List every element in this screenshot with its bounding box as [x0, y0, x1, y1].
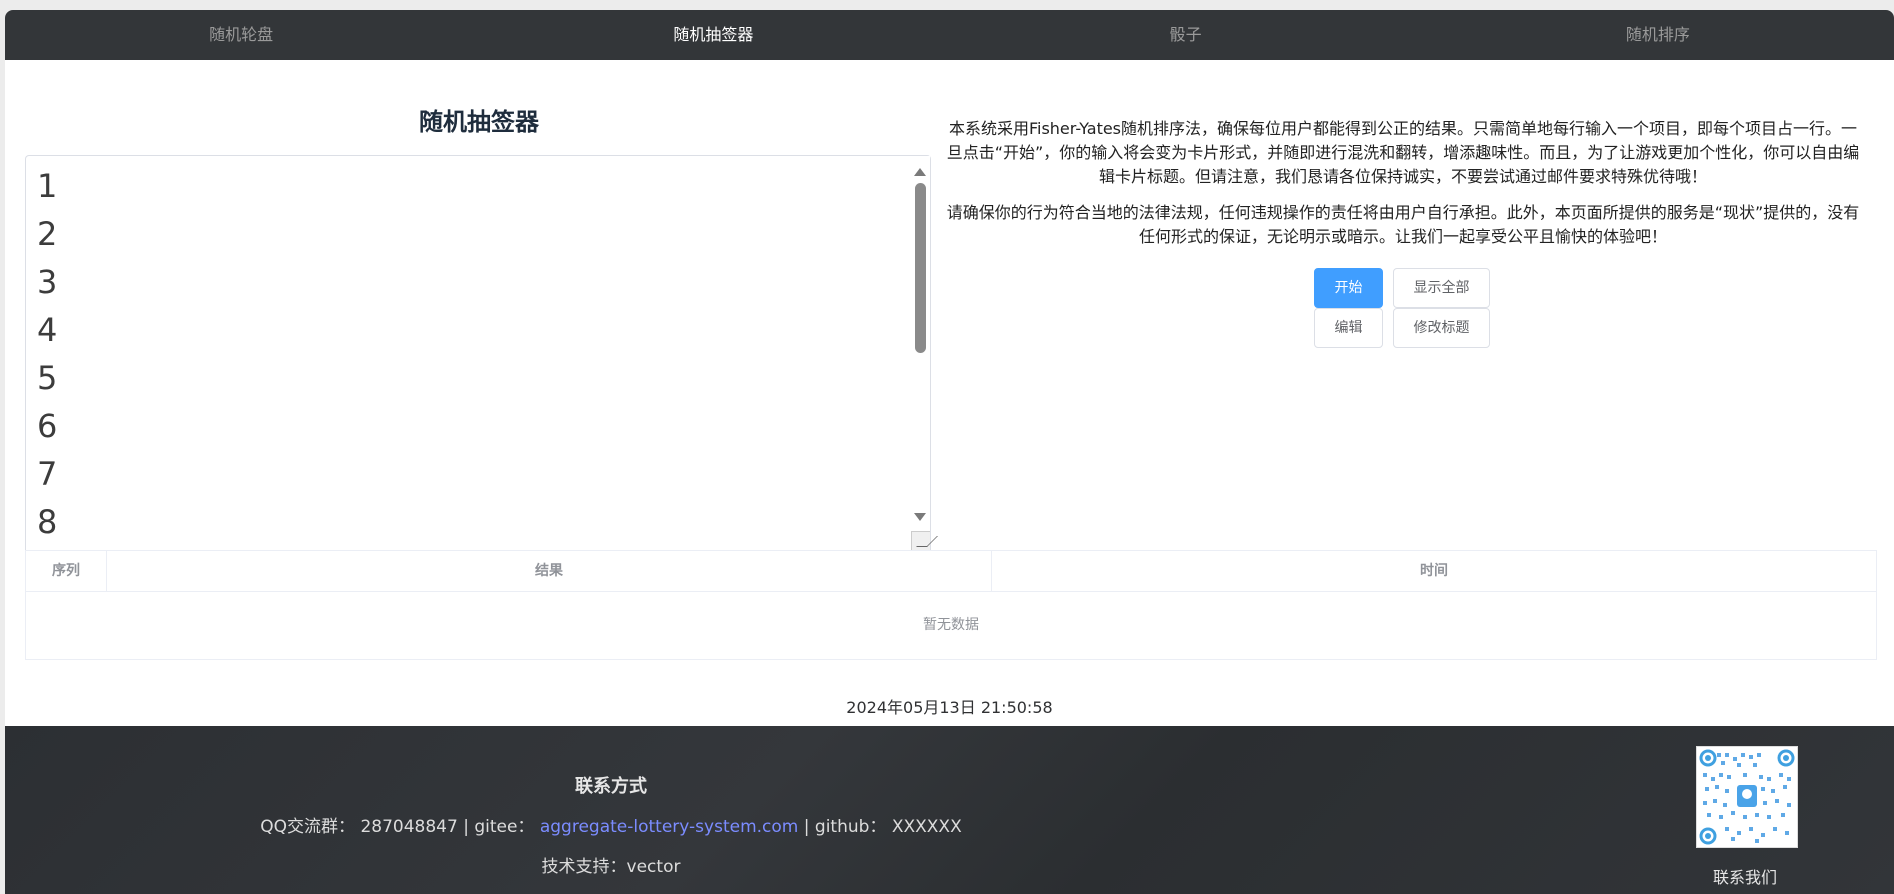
- tab-dice[interactable]: 骰子: [950, 10, 1422, 60]
- current-datetime: 2024年05月13日 21:50:58: [846, 698, 1053, 717]
- github-label: github：: [814, 817, 887, 837]
- tab-random-draw[interactable]: 随机抽签器: [477, 10, 949, 60]
- tab-random-sort[interactable]: 随机排序: [1422, 10, 1894, 60]
- tech-support: 技术支持：vector: [541, 857, 681, 877]
- result-table: 序列 结果 时间 暂无数据: [25, 550, 1877, 660]
- gitee-label: gitee：: [474, 817, 535, 837]
- scroll-down-icon[interactable]: [914, 513, 926, 521]
- empty-state: 暂无数据: [923, 617, 979, 633]
- qr-code-icon: [1696, 746, 1798, 848]
- column-header-time: 时间: [1420, 563, 1448, 579]
- footer-contact-line: QQ交流群： 287048847 | gitee： aggregate-lott…: [5, 812, 1217, 837]
- tab-random-wheel[interactable]: 随机轮盘: [5, 10, 477, 60]
- textarea-line: 2: [37, 215, 58, 253]
- edit-button[interactable]: 编辑: [1314, 308, 1383, 348]
- textarea-line: 8: [37, 503, 58, 541]
- column-header-result: 结果: [107, 551, 992, 591]
- page-frame: 随机轮盘 随机抽签器 骰子 随机排序 随机抽签器 1 2 3 4 5 6 7 8…: [5, 10, 1894, 894]
- qr-code-label: 联系我们: [1712, 868, 1777, 887]
- github-value: XXXXXX: [891, 817, 962, 837]
- textarea-line: 6: [37, 407, 58, 445]
- textarea-line: 1: [37, 167, 58, 205]
- resize-handle-icon[interactable]: [911, 531, 930, 550]
- textarea-content: 1 2 3 4 5 6 7 8: [37, 162, 57, 546]
- qq-label: QQ交流群：: [260, 817, 356, 837]
- description: 本系统采用Fisher-Yates随机排序法，确保每位用户都能得到公正的结果。只…: [943, 117, 1863, 257]
- scroll-up-icon[interactable]: [914, 168, 926, 176]
- description-paragraph-1: 本系统采用Fisher-Yates随机排序法，确保每位用户都能得到公正的结果。只…: [946, 119, 1860, 186]
- qq-group-number: 287048847: [360, 817, 458, 837]
- textarea-line: 4: [37, 311, 58, 349]
- textarea-line: 3: [37, 263, 58, 301]
- description-paragraph-2: 请确保你的行为符合当地的法律法规，任何违规操作的责任将由用户自行承担。此外，本页…: [946, 203, 1860, 246]
- show-all-button[interactable]: 显示全部: [1393, 268, 1490, 308]
- column-header-index: 序列: [26, 551, 107, 591]
- edit-title-button[interactable]: 修改标题: [1393, 308, 1490, 348]
- top-nav: 随机轮盘 随机抽签器 骰子 随机排序: [5, 10, 1894, 60]
- textarea-line: 7: [37, 455, 58, 493]
- scrollbar-thumb[interactable]: [915, 183, 926, 353]
- start-button[interactable]: 开始: [1314, 268, 1383, 308]
- items-textarea[interactable]: 1 2 3 4 5 6 7 8: [25, 155, 931, 550]
- textarea-line: 5: [37, 359, 58, 397]
- separator: |: [463, 817, 475, 837]
- gitee-link[interactable]: aggregate-lottery-system.com: [540, 817, 799, 837]
- table-header: 序列 结果 时间: [26, 551, 1876, 592]
- footer-heading: 联系方式: [575, 776, 647, 797]
- separator: |: [803, 817, 815, 837]
- footer: 联系方式 QQ交流群： 287048847 | gitee： aggregate…: [5, 726, 1894, 894]
- vertical-scrollbar[interactable]: [910, 156, 930, 550]
- page-title: 随机抽签器: [419, 108, 539, 136]
